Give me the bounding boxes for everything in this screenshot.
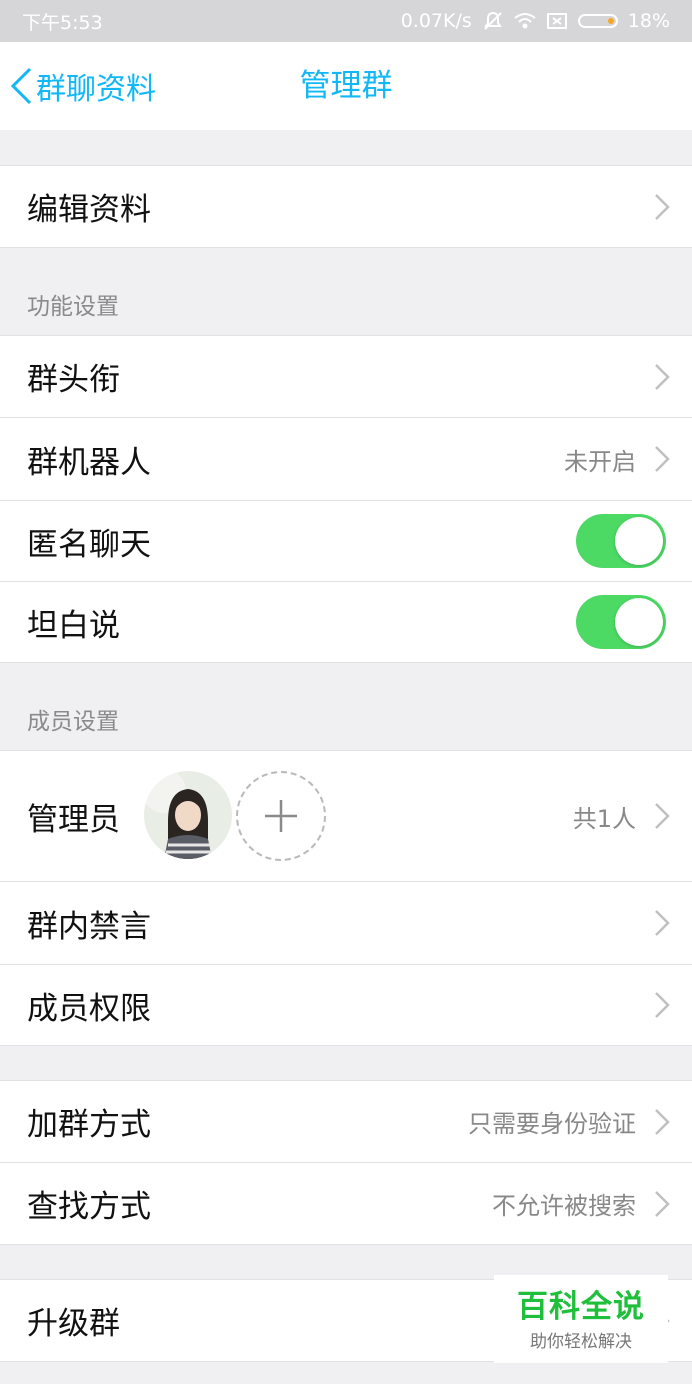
function-section-header: 功能设置 <box>27 294 119 320</box>
join-method-row[interactable]: 加群方式 只需要身份验证 <box>0 1080 692 1163</box>
chevron-right-icon <box>655 803 670 829</box>
chevron-right-icon <box>655 446 670 472</box>
status-time: 下午5:53 <box>22 11 103 34</box>
join-method-label: 加群方式 <box>27 1107 151 1143</box>
search-method-label: 查找方式 <box>27 1189 151 1225</box>
group-mute-label: 群内禁言 <box>27 908 151 945</box>
member-permissions-label: 成员权限 <box>27 990 151 1027</box>
chevron-right-icon <box>655 992 670 1018</box>
battery-icon <box>577 14 618 28</box>
edit-profile-row[interactable]: 编辑资料 <box>0 165 692 248</box>
toggle-knob <box>615 598 663 646</box>
group-robot-row[interactable]: 群机器人 未开启 <box>0 418 692 501</box>
chevron-right-icon <box>655 1190 670 1217</box>
network-speed: 0.07K/s <box>400 10 472 32</box>
group-title-label: 群头衔 <box>27 362 120 398</box>
anonymous-chat-row: 匿名聊天 <box>0 501 692 582</box>
avatar-image <box>144 771 232 859</box>
member-section-header: 成员设置 <box>27 709 119 735</box>
watermark-title: 百科全说 <box>517 1289 645 1325</box>
status-icons: 0.07K/s 18% <box>401 10 670 32</box>
chevron-right-icon <box>655 193 670 220</box>
chevron-right-icon <box>655 363 670 390</box>
avatar[interactable] <box>144 771 232 859</box>
add-admin-button[interactable] <box>236 771 326 861</box>
upgrade-group-label: 升级群 <box>27 1306 120 1342</box>
page-title: 管理群 <box>299 68 393 104</box>
plus-icon <box>265 800 297 832</box>
toggle-knob <box>615 517 663 565</box>
mute-icon <box>483 11 502 30</box>
edit-profile-label: 编辑资料 <box>27 192 151 228</box>
chevron-right-icon <box>655 1108 670 1135</box>
admin-count: 共1人 <box>572 804 636 833</box>
join-method-value: 只需要身份验证 <box>468 1110 636 1138</box>
admins-label: 管理员 <box>27 801 120 838</box>
group-robot-label: 群机器人 <box>27 444 151 481</box>
confession-row: 坦白说 <box>0 582 692 663</box>
group-title-row[interactable]: 群头衔 <box>0 335 692 418</box>
confession-toggle[interactable] <box>576 595 666 649</box>
chevron-right-icon <box>655 910 670 936</box>
search-method-row[interactable]: 查找方式 不允许被搜索 <box>0 1163 692 1245</box>
status-bar: 下午5:53 0.07K/s 18% <box>0 0 692 42</box>
watermark-subtitle: 助你轻松解决 <box>530 1332 632 1352</box>
anonymous-chat-toggle[interactable] <box>576 514 666 568</box>
wifi-icon <box>514 13 536 29</box>
admins-row[interactable]: 管理员 共1人 <box>0 750 692 882</box>
sim-icon <box>546 13 567 29</box>
battery-percent: 18% <box>627 10 670 32</box>
watermark: 百科全说 助你轻松解决 <box>494 1275 668 1363</box>
confession-label: 坦白说 <box>27 607 120 644</box>
group-robot-status: 未开启 <box>564 447 636 476</box>
member-permissions-row[interactable]: 成员权限 <box>0 965 692 1046</box>
group-mute-row[interactable]: 群内禁言 <box>0 882 692 965</box>
anonymous-chat-label: 匿名聊天 <box>27 526 151 563</box>
nav-bar: 群聊资料 管理群 <box>0 42 692 130</box>
search-method-value: 不允许被搜索 <box>492 1192 636 1220</box>
